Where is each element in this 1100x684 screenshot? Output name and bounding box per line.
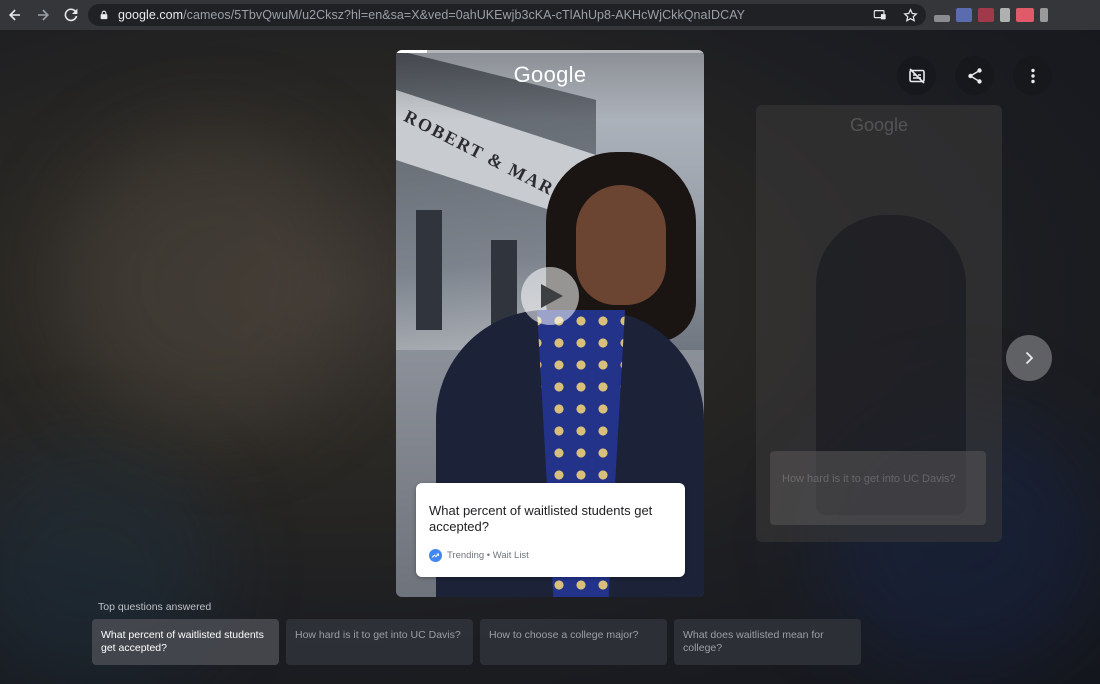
share-button[interactable] (955, 56, 994, 95)
next-cameo-preview[interactable]: Google How hard is it to get into UC Dav… (756, 105, 1002, 542)
building-pillar (416, 210, 442, 330)
question-meta: Trending • Wait List (429, 549, 529, 562)
extension-icon[interactable] (934, 15, 950, 22)
question-text: What percent of waitlisted students get … (429, 503, 653, 534)
play-button[interactable] (521, 267, 579, 325)
ghost-google-logo: Google (849, 115, 909, 135)
video-progress-fill (396, 50, 427, 53)
questions-list: What percent of waitlisted students get … (92, 619, 861, 665)
play-icon (541, 284, 563, 308)
extension-icon[interactable] (978, 8, 994, 22)
chevron-right-icon (1025, 351, 1034, 365)
captions-off-icon (908, 67, 925, 84)
more-options-button[interactable] (1013, 56, 1052, 95)
url-text[interactable]: google.com/cameos/5TbvQwuM/u2Cksz?hl=en&… (118, 8, 745, 22)
question-meta-text: Trending • Wait List (447, 550, 529, 561)
extension-icon[interactable] (1040, 8, 1048, 22)
video-progress-bar[interactable] (396, 50, 704, 53)
question-card[interactable]: What percent of waitlisted students get … (416, 483, 685, 577)
extension-icon[interactable] (956, 8, 972, 22)
address-bar[interactable]: google.com/cameos/5TbvQwuM/u2Cksz?hl=en&… (88, 4, 926, 26)
ghost-question: How hard is it to get into UC Davis? (770, 451, 986, 525)
top-questions-label: Top questions answered (98, 601, 212, 613)
share-icon (967, 67, 982, 84)
question-chip[interactable]: How hard is it to get into UC Davis? (286, 619, 473, 665)
background-blur (60, 130, 360, 430)
trending-icon (429, 549, 442, 562)
more-vert-icon (1030, 68, 1035, 83)
lock-icon[interactable] (98, 9, 110, 21)
person-face (576, 185, 666, 305)
cast-icon[interactable] (872, 7, 888, 23)
extension-icon[interactable] (1016, 8, 1034, 22)
next-cameo-button[interactable] (1006, 335, 1052, 381)
reload-icon[interactable] (58, 2, 84, 28)
browser-toolbar: google.com/cameos/5TbvQwuM/u2Cksz?hl=en&… (0, 0, 1100, 30)
cameos-viewer: Google How hard is it to get into UC Dav… (0, 30, 1100, 684)
extension-icon[interactable] (1000, 8, 1010, 22)
captions-off-button[interactable] (897, 56, 936, 95)
url-host: google.com (118, 8, 184, 22)
forward-arrow-icon[interactable] (30, 2, 56, 28)
url-path: /cameos/5TbvQwuM/u2Cksz?hl=en&sa=X&ved=0… (183, 8, 746, 22)
back-arrow-icon[interactable] (2, 2, 28, 28)
bookmark-star-icon[interactable] (902, 7, 918, 23)
question-chip[interactable]: How to choose a college major? (480, 619, 667, 665)
question-chip[interactable]: What percent of waitlisted students get … (92, 619, 279, 665)
video-card[interactable]: ROBERT & MARGR Google What percent of wa… (396, 50, 704, 597)
question-chip[interactable]: What does waitlisted mean for college? (674, 619, 861, 665)
extensions-area (934, 6, 1048, 24)
google-logo: Google (513, 62, 587, 87)
